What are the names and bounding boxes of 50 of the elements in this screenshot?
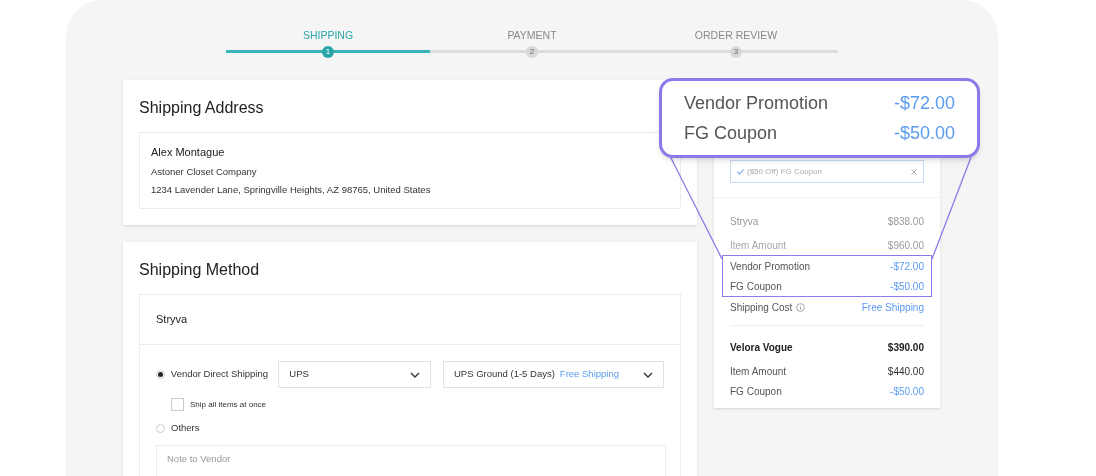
callout-value: -$50.00 (893, 122, 955, 145)
summary-label: Item Amount (730, 364, 787, 379)
callout-label: FG Coupon (684, 122, 778, 145)
section-title: Shipping Address (139, 98, 265, 118)
summary-value: $440.00 (887, 364, 924, 379)
step-tab[interactable]: SHIPPING (302, 28, 354, 42)
step-number: 1 (322, 46, 334, 58)
note-field[interactable]: Note to Vendor (156, 445, 666, 476)
close-icon[interactable] (911, 168, 917, 175)
service-select[interactable]: UPS Ground (1-5 Days) Free Shipping (443, 361, 664, 388)
summary-label: Item Amount (730, 238, 787, 253)
radio-label: Others (171, 421, 201, 435)
checkbox-label: Ship all items at once (190, 398, 267, 411)
carrier-value: UPS (289, 367, 309, 382)
callout-label: Vendor Promotion (684, 92, 829, 115)
summary-value: -$50.00 (890, 384, 924, 399)
company-name: Astoner Closet Company (151, 164, 258, 179)
vendor-name: Velora Vogue (730, 341, 793, 355)
summary-label: FG Coupon (730, 279, 782, 294)
summary-label: FG Coupon (730, 384, 782, 399)
radio-button[interactable] (156, 370, 165, 379)
carrier-select[interactable]: UPS (278, 361, 431, 388)
step-tab[interactable]: PAYMENT (507, 28, 557, 42)
vendor-total: $390.00 (887, 341, 924, 355)
summary-value: $960.00 (887, 238, 924, 253)
vendor-name: Stryva (156, 312, 188, 328)
summary-value: -$50.00 (890, 279, 924, 294)
vendor-total: $838.00 (887, 215, 924, 229)
service-price: Free Shipping (559, 367, 619, 382)
summary-label: Vendor Promotion (730, 259, 811, 274)
summary-value: -$72.00 (890, 259, 924, 274)
vendor-name: Stryva (730, 215, 759, 229)
checkbox[interactable] (171, 398, 184, 411)
section-title: Shipping Method (139, 260, 261, 280)
summary-value: Free Shipping (861, 300, 924, 315)
recipient-name: Alex Montague (151, 145, 226, 160)
service-value: UPS Ground (1-5 Days) (454, 367, 555, 382)
step-number: 2 (526, 46, 538, 58)
radio-label: Vendor Direct Shipping (170, 367, 269, 382)
coupon-field[interactable]: ($50 Off) FG Coupon (730, 160, 924, 183)
chevron-down-icon (643, 371, 653, 378)
street-address: 1234 Lavender Lane, Springville Heights, AZ 98765, United States (151, 182, 432, 197)
chevron-down-icon (410, 371, 420, 378)
summary-label: Shipping Cost (730, 300, 793, 315)
coupon-text: ($50 Off) FG Coupon (747, 165, 823, 178)
check-icon (737, 168, 744, 175)
step-tab[interactable]: ORDER REVIEW (694, 28, 778, 42)
callout-value: -$72.00 (893, 92, 955, 115)
info-icon (796, 302, 806, 312)
step-number: 3 (730, 46, 742, 58)
